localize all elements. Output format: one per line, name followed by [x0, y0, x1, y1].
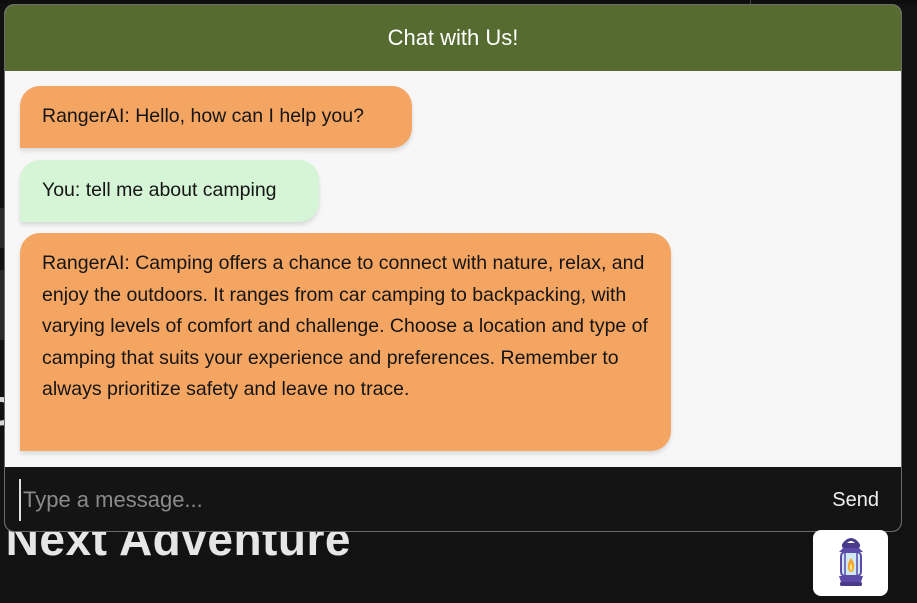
bot-message: RangerAI: Camping offers a chance to con… [20, 233, 671, 451]
user-message: You: tell me about camping [20, 160, 319, 222]
message-composer: Send [5, 467, 901, 531]
chat-title: Chat with Us! [387, 25, 519, 50]
page: c r Next Adventure Chat with Us! RangerA… [0, 0, 917, 603]
message-input[interactable] [19, 479, 833, 521]
chat-header: Chat with Us! [5, 5, 901, 71]
chat-window: Chat with Us! RangerAI: Hello, how can I… [4, 4, 902, 532]
bot-message: RangerAI: Hello, how can I help you? [20, 86, 412, 148]
message-list: RangerAI: Hello, how can I help you? You… [5, 71, 901, 467]
lantern-icon [838, 538, 863, 586]
chat-launcher-button[interactable] [813, 530, 888, 596]
send-button[interactable]: Send [832, 485, 879, 516]
